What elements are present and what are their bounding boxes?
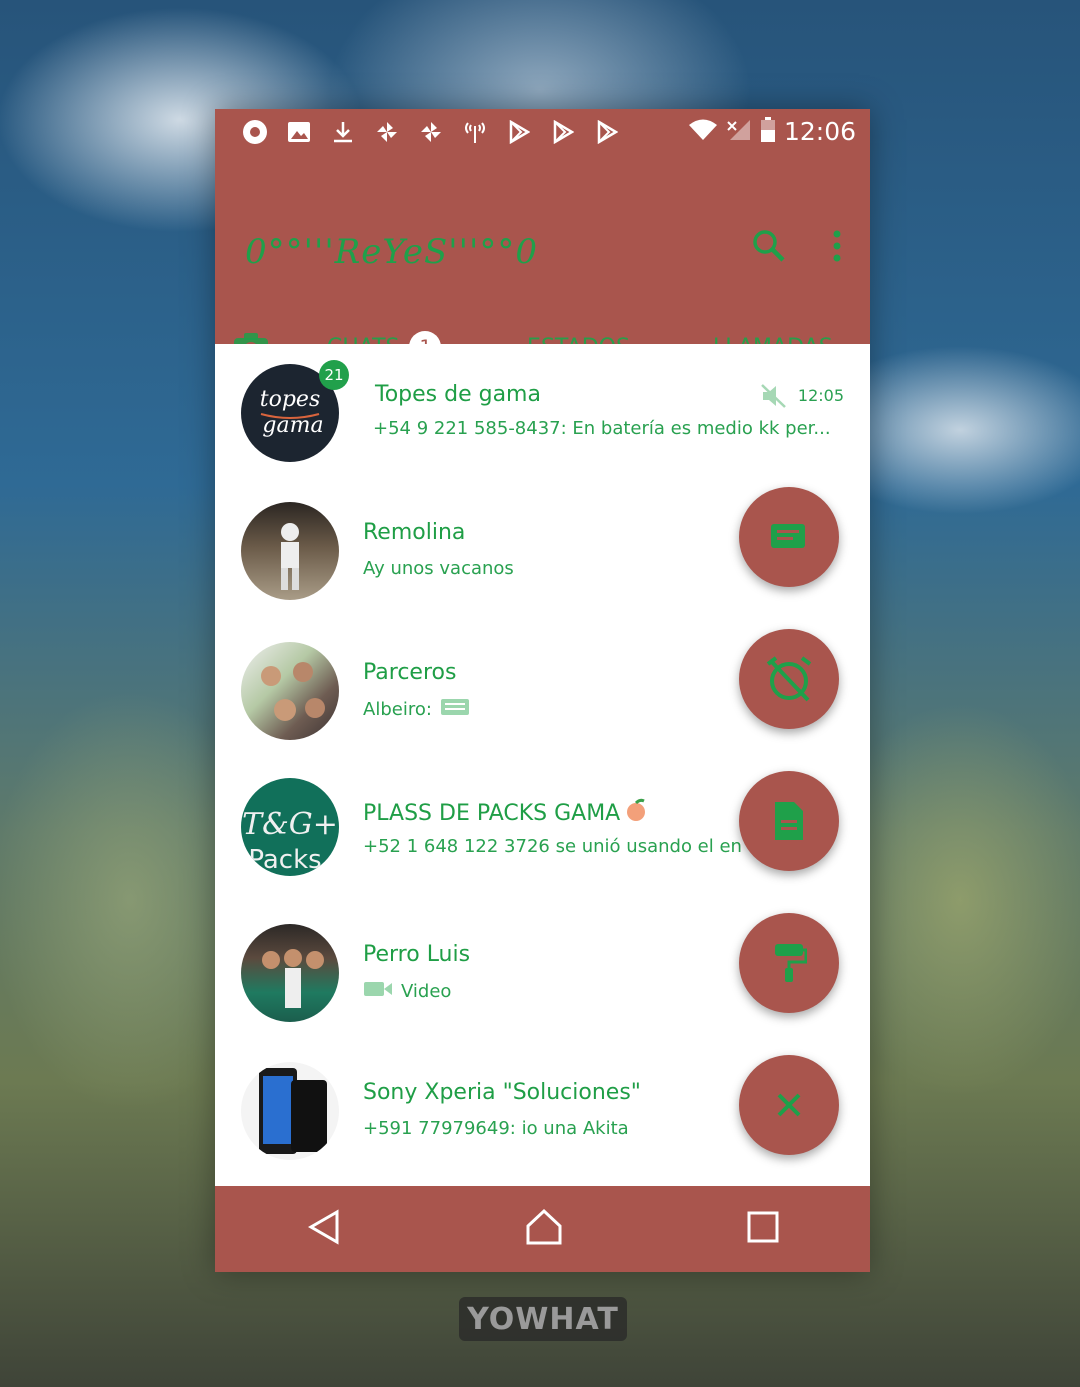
chat-preview-row: Albeiro: <box>363 698 723 721</box>
more-vert-icon[interactable] <box>832 229 842 267</box>
chat-name: Remolina <box>363 520 466 545</box>
play-store-icon <box>585 109 629 154</box>
play-store-icon <box>541 109 585 154</box>
document-icon <box>775 802 803 840</box>
chat-name-row: PLASS DE PACKS GAMA <box>363 798 648 828</box>
chat-preview: +591 77979649: io una Akita <box>363 1118 629 1139</box>
signal-icon <box>726 118 752 146</box>
avatar-text: Packs <box>248 845 321 875</box>
fab-close[interactable] <box>739 1055 839 1155</box>
peach-emoji-icon <box>624 798 648 828</box>
status-bar: 12:06 <box>215 109 870 154</box>
chat-name: Sony Xperia "Soluciones" <box>363 1080 641 1105</box>
app-title: 0°°'''ReYeS'''°°0 <box>245 232 538 272</box>
keyboard-icon <box>440 698 470 721</box>
fab-alarm-off[interactable] <box>739 629 839 729</box>
unread-count: 21 <box>319 360 349 390</box>
chat-name: Perro Luis <box>363 942 471 967</box>
home-icon[interactable] <box>524 1208 564 1250</box>
avatar: T&G+ Packs <box>241 778 339 876</box>
chat-preview-row: Video <box>363 980 723 1003</box>
alarm-off-icon <box>766 656 812 702</box>
search-icon[interactable] <box>752 229 786 267</box>
pinwheel-icon <box>409 109 453 154</box>
app-bar: 0°°'''ReYeS'''°°0 CHATS 1 ESTADOS LLAMAD… <box>215 154 870 388</box>
clock: 12:06 <box>783 117 856 146</box>
video-icon <box>363 980 393 1003</box>
play-store-icon <box>497 109 541 154</box>
nav-bar <box>215 1186 870 1272</box>
fab-document[interactable] <box>739 771 839 871</box>
avatar <box>241 924 339 1022</box>
avatar-text: T&G+ <box>242 807 338 842</box>
fab-paint-roller[interactable] <box>739 913 839 1013</box>
mute-icon <box>761 384 787 413</box>
pinwheel-icon <box>365 109 409 154</box>
recents-icon[interactable] <box>747 1211 779 1247</box>
chat-preview: +52 1 648 122 3726 se unió usando el enl… <box>363 836 741 857</box>
avatar <box>241 642 339 740</box>
phone-screen: 12:06 0°°'''ReYeS'''°°0 CHATS 1 ESTADOS <box>215 109 870 1272</box>
chat-name: Topes de gama <box>375 382 541 407</box>
wifi-icon <box>688 118 718 146</box>
chat-preview: Ay unos vacanos <box>363 558 514 579</box>
antenna-icon <box>453 109 497 154</box>
chat-list: topes gama 21 Topes de gama +54 9 221 58… <box>215 344 870 1186</box>
chat-preview: +54 9 221 585-8437: En batería es medio … <box>373 418 831 439</box>
chat-row-topes-de-gama[interactable]: topes gama 21 Topes de gama +54 9 221 58… <box>215 344 870 482</box>
battery-icon <box>760 116 776 147</box>
chat-name: PLASS DE PACKS GAMA <box>363 800 621 826</box>
notification-app-icon <box>233 109 277 154</box>
watermark: YOWHAT <box>459 1297 627 1341</box>
download-icon <box>321 109 365 154</box>
image-icon <box>277 109 321 154</box>
chat-preview: Albeiro: <box>363 699 432 720</box>
close-icon <box>777 1093 801 1117</box>
chat-time: 12:05 <box>797 386 844 405</box>
avatar <box>241 502 339 600</box>
chat-name: Parceros <box>363 660 457 685</box>
message-icon <box>771 524 805 548</box>
back-icon[interactable] <box>307 1209 341 1249</box>
avatar-text: topes <box>260 387 320 412</box>
paint-roller-icon <box>775 944 807 982</box>
fab-message[interactable] <box>739 487 839 587</box>
avatar <box>241 1062 339 1160</box>
chat-preview: Video <box>401 981 452 1002</box>
